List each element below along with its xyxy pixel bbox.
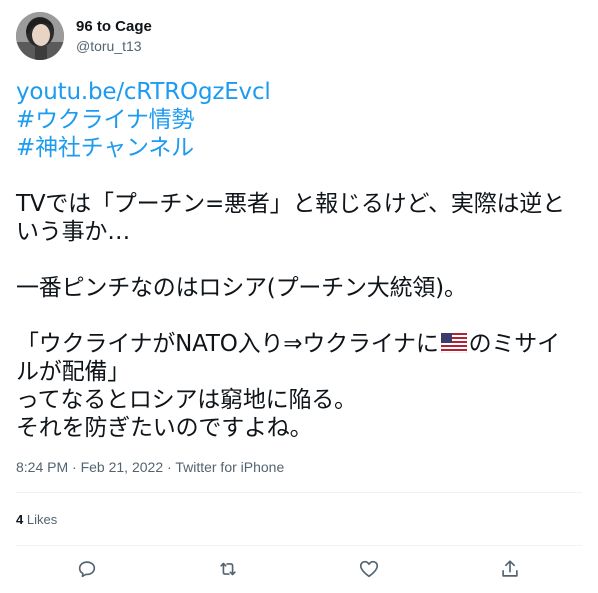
tweet-line: それを防ぎたいのですよね。 (16, 415, 313, 441)
tweet-line-part: 「ウクライナがNATO入り⇒ウクライナに (16, 331, 439, 357)
meta-separator: · (68, 459, 81, 475)
tweet-meta: 8:24 PM · Feb 21, 2022 · Twitter for iPh… (16, 458, 284, 476)
tweet-line: ルが配備」 (16, 359, 131, 385)
likes-label: Likes (23, 512, 58, 527)
tweet-line: 「ウクライナがNATO入り⇒ウクライナに のミサイ (16, 330, 582, 358)
heart-icon (359, 560, 379, 578)
tweet-header: 96 to Cage @toru_t13 (16, 12, 582, 60)
tweet-link[interactable]: youtu.be/cRTROgzEvcl (16, 78, 582, 106)
retweet-button[interactable] (212, 553, 244, 585)
hashtag-jinja-channel[interactable]: #神社チャンネル (16, 134, 582, 162)
reply-button[interactable] (71, 553, 103, 585)
user-avatar-photo-icon (16, 12, 64, 60)
tweet-text: youtu.be/cRTROgzEvcl #ウクライナ情勢 #神社チャンネル T… (16, 78, 582, 442)
avatar[interactable] (16, 12, 64, 60)
us-flag-icon (440, 333, 467, 353)
share-button[interactable] (494, 553, 526, 585)
divider (16, 545, 582, 546)
tweet-actions (0, 553, 598, 585)
tweet-date[interactable]: Feb 21, 2022 (81, 459, 164, 475)
tweet-time[interactable]: 8:24 PM (16, 459, 68, 475)
divider (16, 492, 582, 493)
tweet-source[interactable]: Twitter for iPhone (175, 459, 284, 475)
tweet-line: TVでは「プーチン=悪者」と報じるけど、実際は逆と (16, 191, 565, 217)
tweet-line: いう事か… (16, 219, 131, 245)
share-icon (502, 560, 518, 577)
user-handle[interactable]: @toru_t13 (76, 37, 152, 56)
display-name[interactable]: 96 to Cage (76, 17, 152, 37)
tweet-line-part: のミサイ (468, 331, 560, 357)
tweet-line: 一番ピンチなのはロシア(プーチン大統領)。 (16, 275, 467, 301)
tweet-line: ってなるとロシアは窮地に陥る。 (16, 387, 357, 413)
likes-stat[interactable]: 4 Likes (16, 512, 57, 527)
meta-separator: · (163, 459, 176, 475)
reply-icon (78, 561, 96, 578)
retweet-icon (220, 562, 236, 576)
hashtag-ukraine[interactable]: #ウクライナ情勢 (16, 106, 582, 134)
like-button[interactable] (353, 553, 385, 585)
